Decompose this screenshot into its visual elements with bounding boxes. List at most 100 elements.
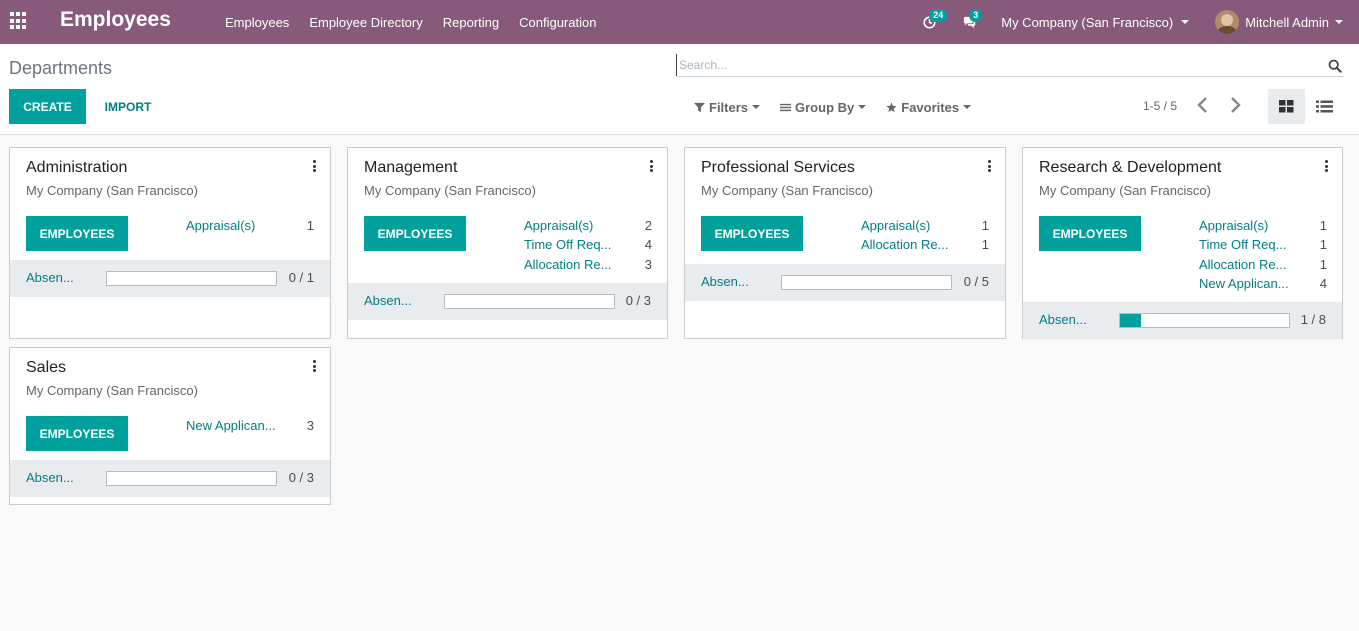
department-card[interactable]: Research & Development My Company (San F…: [1022, 147, 1343, 339]
search-input[interactable]: [676, 54, 1316, 76]
department-company: My Company (San Francisco): [364, 183, 536, 198]
stat-link-appraisals[interactable]: Appraisal(s): [1199, 218, 1268, 233]
menu-item-employee-directory[interactable]: Employee Directory: [299, 15, 432, 30]
department-card[interactable]: Professional Services My Company (San Fr…: [684, 147, 1006, 339]
stat-link-time-off-requests[interactable]: Time Off Req...: [1199, 237, 1286, 252]
breadcrumb: Departments: [9, 58, 113, 78]
menu-item-configuration[interactable]: Configuration: [509, 15, 606, 30]
absence-footer: Absen... 0 / 1: [10, 260, 330, 297]
stat-link-appraisals[interactable]: Appraisal(s): [861, 218, 930, 233]
employees-button[interactable]: EMPLOYEES: [701, 216, 803, 251]
caret-down-icon: [1335, 20, 1343, 24]
absence-footer: Absen... 0 / 3: [10, 460, 330, 497]
stat-count: 1: [306, 218, 314, 233]
user-menu[interactable]: Mitchell Admin: [1201, 10, 1359, 34]
department-card[interactable]: Administration My Company (San Francisco…: [9, 147, 331, 339]
absence-link[interactable]: Absen...: [364, 293, 412, 308]
absence-count: 1 / 8: [1300, 312, 1326, 327]
messaging-menu[interactable]: 3: [949, 0, 989, 44]
absence-progress-bar: [1119, 313, 1290, 328]
stat-link-appraisals[interactable]: Appraisal(s): [524, 218, 593, 233]
employees-button[interactable]: EMPLOYEES: [26, 216, 128, 251]
apps-menu-icon[interactable]: [10, 12, 28, 30]
kebab-menu-icon[interactable]: [649, 160, 653, 172]
stat-row: Appraisal(s) 2: [524, 216, 652, 235]
stat-row: Allocation Re... 3: [524, 255, 652, 274]
pager-value[interactable]: 1-5 / 5: [1143, 99, 1177, 113]
absence-link[interactable]: Absen...: [701, 274, 749, 289]
department-card[interactable]: Sales My Company (San Francisco) EMPLOYE…: [9, 347, 331, 505]
absence-progress-bar: [444, 294, 615, 309]
employees-button[interactable]: EMPLOYEES: [364, 216, 466, 251]
absence-link[interactable]: Absen...: [26, 470, 74, 485]
activity-badge: 24: [929, 9, 948, 22]
stat-row: Allocation Re... 1: [1199, 255, 1327, 274]
absence-progress-bar: [106, 471, 277, 486]
kanban-view-button[interactable]: [1268, 89, 1305, 124]
department-name: Administration: [26, 159, 128, 176]
department-card[interactable]: Management My Company (San Francisco) EM…: [347, 147, 668, 339]
company-name: My Company (San Francisco): [1001, 14, 1174, 30]
employees-button[interactable]: EMPLOYEES: [26, 416, 128, 451]
filters-dropdown[interactable]: Filters: [684, 96, 770, 118]
top-navbar: Employees Employees Employee Directory R…: [0, 0, 1359, 44]
kebab-menu-icon[interactable]: [1324, 160, 1328, 172]
absence-footer: Absen... 1 / 8: [1023, 302, 1342, 339]
list-view-button[interactable]: [1306, 89, 1343, 124]
control-panel: Departments CREATE IMPORT Filters Group …: [0, 44, 1359, 135]
stat-row: Allocation Re... 1: [861, 235, 989, 254]
stat-link-new-applicants[interactable]: New Applican...: [186, 418, 276, 433]
absence-link[interactable]: Absen...: [26, 270, 74, 285]
avatar: [1215, 10, 1240, 34]
menu-item-employees[interactable]: Employees: [215, 15, 299, 30]
search-icon[interactable]: [1328, 59, 1342, 73]
search-bar: [676, 54, 1344, 77]
stat-count: 2: [644, 218, 652, 233]
stat-row: New Applican... 3: [186, 416, 314, 435]
stat-count: 4: [644, 237, 652, 252]
employees-button[interactable]: EMPLOYEES: [1039, 216, 1141, 251]
stat-link-time-off-requests[interactable]: Time Off Req...: [524, 237, 611, 252]
absence-count: 0 / 3: [625, 293, 651, 308]
import-button[interactable]: IMPORT: [96, 89, 160, 124]
stat-link-appraisals[interactable]: Appraisal(s): [186, 218, 255, 233]
absence-footer: Absen... 0 / 3: [348, 283, 667, 320]
absence-count: 0 / 1: [288, 270, 314, 285]
systray: 24 3 My Company (San Francisco) Mitchell…: [909, 0, 1359, 44]
activity-menu[interactable]: 24: [909, 0, 949, 44]
absence-link[interactable]: Absen...: [1039, 312, 1087, 327]
company-switcher[interactable]: My Company (San Francisco): [989, 15, 1201, 30]
star-icon: [886, 101, 897, 112]
favorites-dropdown[interactable]: Favorites: [876, 96, 981, 118]
kebab-menu-icon[interactable]: [312, 360, 316, 372]
groupby-dropdown[interactable]: Group By: [770, 96, 876, 118]
absence-count: 0 / 5: [963, 274, 989, 289]
menu-item-reporting[interactable]: Reporting: [433, 15, 509, 30]
stat-count: 1: [1319, 218, 1327, 233]
main-menu: Employees Employee Directory Reporting C…: [215, 0, 606, 44]
stat-row: Time Off Req... 4: [524, 235, 652, 254]
stat-count: 3: [306, 418, 314, 433]
stat-row: Time Off Req... 1: [1199, 235, 1327, 254]
absence-progress-bar: [781, 275, 952, 290]
stat-row: Appraisal(s) 1: [186, 216, 314, 235]
department-name: Professional Services: [701, 159, 855, 176]
chevron-left-icon[interactable]: [1196, 96, 1210, 114]
stat-link-allocation-requests[interactable]: Allocation Re...: [861, 237, 948, 252]
kebab-menu-icon[interactable]: [312, 160, 316, 172]
caret-down-icon: [963, 105, 972, 109]
stat-link-allocation-requests[interactable]: Allocation Re...: [524, 257, 611, 272]
groupby-label: Group By: [795, 99, 855, 115]
search-options: Filters Group By Favorites: [684, 96, 981, 118]
create-button[interactable]: CREATE: [9, 89, 86, 124]
chevron-right-icon[interactable]: [1228, 96, 1242, 114]
stat-row: Appraisal(s) 1: [861, 216, 989, 235]
stat-link-new-applicants[interactable]: New Applican...: [1199, 276, 1289, 291]
absence-count: 0 / 3: [288, 470, 314, 485]
kebab-menu-icon[interactable]: [987, 160, 991, 172]
stat-link-allocation-requests[interactable]: Allocation Re...: [1199, 257, 1286, 272]
favorites-label: Favorites: [901, 99, 960, 115]
department-company: My Company (San Francisco): [26, 383, 198, 398]
stat-count: 1: [1319, 237, 1327, 252]
messages-badge: 3: [969, 9, 983, 22]
